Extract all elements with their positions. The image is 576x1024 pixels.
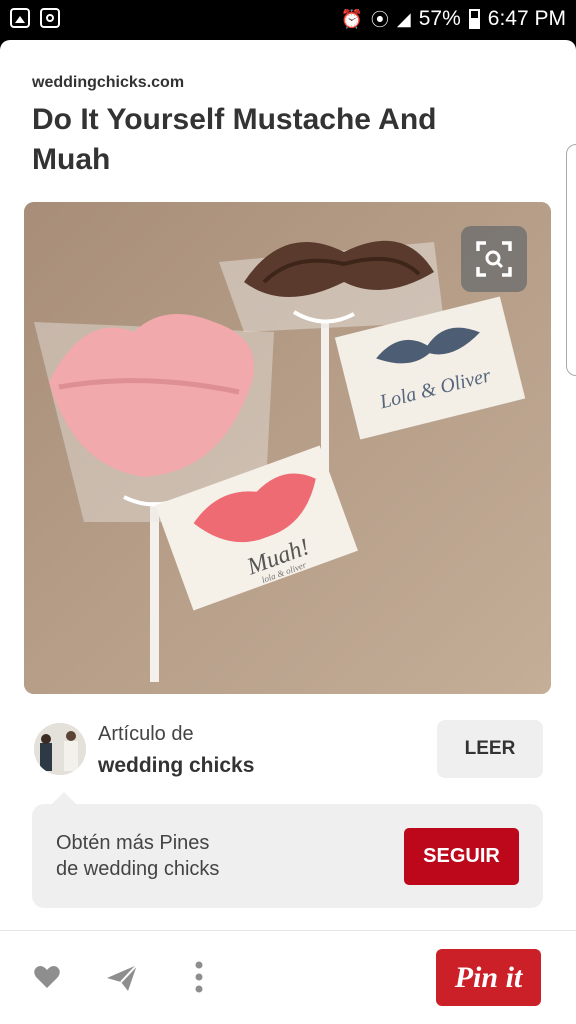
status-right: ⏰ ⦿ ◢ 57% 6:47 PM	[340, 6, 566, 32]
follow-text-line2: de wedding chicks	[56, 858, 220, 880]
avatar-photo	[34, 723, 86, 775]
source-avatar[interactable]	[34, 723, 86, 775]
article-label: Artículo de	[98, 723, 194, 745]
clock: 6:47 PM	[487, 7, 566, 30]
follow-button[interactable]: SEGUIR	[404, 828, 519, 885]
follow-text-line1: Obtén más Pines	[56, 832, 210, 854]
action-bar: Pin it	[0, 930, 576, 1024]
status-left-icons	[10, 8, 60, 28]
status-bar: ⏰ ⦿ ◢ 57% 6:47 PM	[0, 0, 576, 38]
gallery-icon	[10, 8, 30, 28]
more-icon[interactable]	[193, 961, 205, 993]
visual-search-button[interactable]	[461, 226, 527, 292]
pin-image[interactable]: Lola & Oliver Muah! lola & oliver	[24, 202, 551, 694]
wifi-icon: ⦿	[370, 10, 389, 30]
follow-prompt: Obtén más Pines de wedding chicks SEGUIR	[32, 792, 543, 908]
pin-card: weddingchicks.com Do It Yourself Mustach…	[0, 40, 576, 1024]
signal-icon: ◢	[396, 8, 411, 29]
pin-title: Do It Yourself Mustache And Muah	[32, 103, 437, 176]
battery-icon	[468, 9, 480, 29]
instagram-icon	[40, 8, 60, 28]
send-icon[interactable]	[106, 964, 138, 992]
heart-icon[interactable]	[34, 965, 60, 989]
pin-source-domain[interactable]: weddingchicks.com	[32, 74, 184, 92]
pin-it-button[interactable]: Pin it	[436, 949, 541, 1006]
article-source-name[interactable]: wedding chicks	[98, 754, 254, 778]
visual-search-icon	[476, 241, 512, 277]
next-pin-peek[interactable]	[566, 144, 576, 376]
read-button[interactable]: LEER	[437, 720, 543, 778]
battery-percent: 57%	[418, 7, 461, 30]
alarm-icon: ⏰	[340, 8, 363, 29]
